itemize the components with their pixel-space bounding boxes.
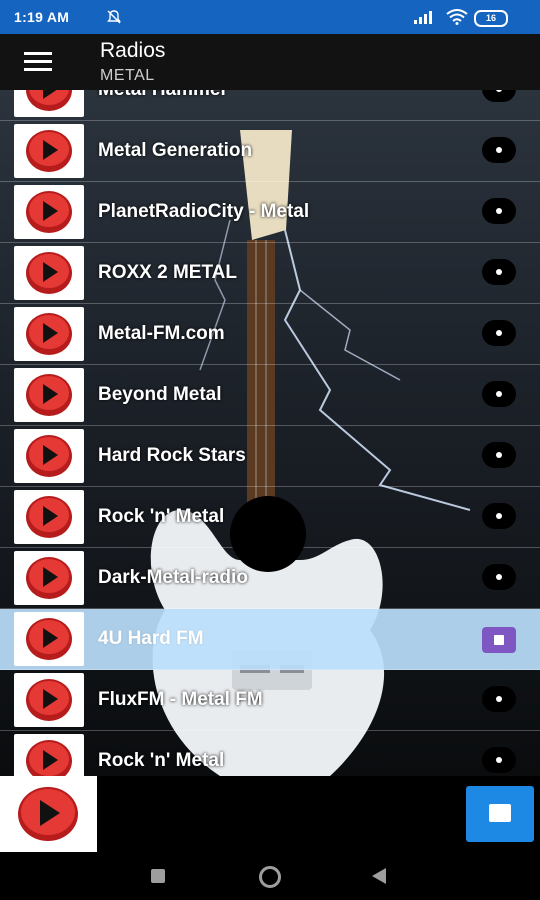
station-name: Metal-FM.com: [98, 323, 225, 344]
station-name: Rock 'n' Metal: [98, 750, 225, 771]
station-options-button[interactable]: [482, 747, 516, 773]
stop-button[interactable]: [466, 786, 534, 842]
home-button[interactable]: [259, 866, 281, 888]
station-options-button[interactable]: [482, 564, 516, 590]
station-row[interactable]: Rock 'n' Metal: [0, 731, 540, 776]
station-thumbnail: [14, 246, 84, 300]
station-list: Metal Hammer Metal Generation PlanetRadioC…: [0, 90, 540, 776]
notifications-off-icon: [107, 10, 121, 24]
station-name: Metal Generation: [98, 140, 253, 161]
floating-overlay-dot: [230, 496, 306, 572]
status-bar: 1:19 AM 16: [0, 0, 540, 34]
station-row[interactable]: PlanetRadioCity - Metal: [0, 182, 540, 243]
play-circle-icon: [26, 90, 72, 111]
play-circle-icon: [26, 679, 72, 721]
station-name: FluxFM - Metal FM: [98, 689, 263, 710]
station-row[interactable]: Metal-FM.com: [0, 304, 540, 365]
station-options-button[interactable]: [482, 320, 516, 346]
station-thumbnail: [14, 185, 84, 239]
station-list-area[interactable]: Metal Hammer Metal Generation PlanetRadioC…: [0, 90, 540, 776]
station-row[interactable]: Hard Rock Stars: [0, 426, 540, 487]
play-circle-icon: [26, 740, 72, 776]
page-title: Radios: [100, 39, 166, 62]
play-circle-icon: [26, 191, 72, 233]
station-thumbnail: [14, 734, 84, 776]
station-name: 4U Hard FM: [98, 628, 204, 649]
station-name: Metal Hammer: [98, 90, 228, 101]
station-thumbnail: [14, 429, 84, 483]
station-options-button[interactable]: [482, 259, 516, 285]
station-name: Hard Rock Stars: [98, 445, 246, 466]
station-name: Rock 'n' Metal: [98, 506, 225, 527]
back-button[interactable]: [372, 868, 386, 884]
station-options-button[interactable]: [482, 686, 516, 712]
battery-icon: 16: [474, 10, 508, 27]
app-bar: Radios METAL: [0, 34, 540, 90]
system-nav-bar: [0, 852, 540, 900]
play-circle-icon: [18, 787, 78, 841]
hamburger-icon[interactable]: [24, 52, 52, 72]
station-thumbnail: [14, 490, 84, 544]
station-row[interactable]: 4U Hard FM: [0, 609, 540, 670]
station-name: Beyond Metal: [98, 384, 222, 405]
station-thumbnail: [14, 612, 84, 666]
station-thumbnail: [14, 90, 84, 117]
station-row[interactable]: Metal Hammer: [0, 90, 540, 121]
station-thumbnail: [14, 307, 84, 361]
play-circle-icon: [26, 618, 72, 660]
station-options-button[interactable]: [482, 381, 516, 407]
station-options-button[interactable]: [482, 198, 516, 224]
status-time: 1:19 AM: [14, 9, 70, 25]
station-row[interactable]: FluxFM - Metal FM: [0, 670, 540, 731]
play-circle-icon: [26, 557, 72, 599]
page-subtitle: METAL: [100, 67, 155, 84]
now-playing-bar: [0, 776, 540, 852]
wifi-icon: [446, 9, 468, 25]
recents-button[interactable]: [151, 869, 165, 883]
station-thumbnail: [14, 551, 84, 605]
play-circle-icon: [26, 130, 72, 172]
station-name: ROXX 2 METAL: [98, 262, 237, 283]
station-thumbnail: [14, 673, 84, 727]
station-options-button[interactable]: [482, 503, 516, 529]
station-name: PlanetRadioCity - Metal: [98, 201, 310, 222]
play-circle-icon: [26, 313, 72, 355]
signal-icon: [414, 11, 432, 24]
play-circle-icon: [26, 252, 72, 294]
station-options-button[interactable]: [482, 137, 516, 163]
station-thumbnail: [14, 368, 84, 422]
station-options-button[interactable]: [482, 90, 516, 102]
station-row[interactable]: Metal Generation: [0, 121, 540, 182]
station-thumbnail: [14, 124, 84, 178]
station-name: Dark-Metal-radio: [98, 567, 248, 588]
now-playing-indicator[interactable]: [482, 627, 516, 653]
now-playing-thumbnail[interactable]: [0, 776, 97, 852]
station-row[interactable]: Beyond Metal: [0, 365, 540, 426]
station-options-button[interactable]: [482, 442, 516, 468]
play-circle-icon: [26, 374, 72, 416]
play-circle-icon: [26, 435, 72, 477]
play-circle-icon: [26, 496, 72, 538]
station-row[interactable]: ROXX 2 METAL: [0, 243, 540, 304]
